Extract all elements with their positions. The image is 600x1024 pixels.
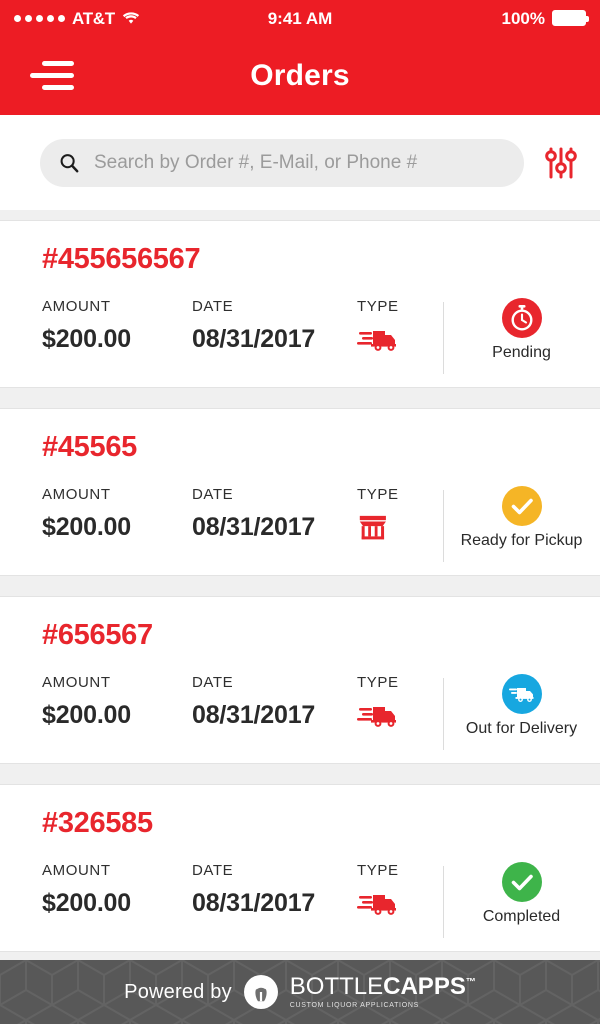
date-label: DATE	[192, 486, 234, 503]
order-details: AMOUNT $200.00 DATE 08/31/2017 TYPE	[0, 674, 600, 760]
amount-value: $200.00	[42, 701, 131, 729]
type-label: TYPE	[357, 674, 399, 691]
footer-branding: Powered by BOTTLECAPPS™ CUSTOM LIQUOR AP…	[124, 975, 476, 1009]
order-status-cell: Pending	[443, 298, 600, 362]
amount-label: AMOUNT	[42, 674, 111, 691]
status-label: Ready for Pickup	[460, 532, 583, 549]
order-amount-field: AMOUNT $200.00	[42, 674, 192, 730]
order-id: #455656567	[42, 243, 201, 275]
date-value: 08/31/2017	[192, 325, 316, 353]
search-box[interactable]	[40, 138, 524, 187]
order-details: AMOUNT $200.00 DATE 08/31/2017 TYPE	[0, 298, 600, 384]
amount-label: AMOUNT	[42, 298, 111, 315]
battery-full-icon	[552, 10, 589, 26]
order-details: AMOUNT $200.00 DATE 08/31/2017 TYPE	[0, 486, 600, 572]
orders-screen: AT&T 9:41 AM 100% Orders Search by Order…	[0, 0, 600, 1024]
search-icon	[60, 153, 79, 172]
filter-sliders-icon	[545, 147, 577, 178]
status-label: Out for Delivery	[465, 720, 578, 737]
orders-list: #455656567 AMOUNT $200.00 DATE 08/31/201…	[0, 210, 600, 960]
order-amount-field: AMOUNT $200.00	[42, 862, 192, 918]
order-status-cell: Out for Delivery	[443, 674, 600, 738]
stopwatch-icon	[501, 298, 542, 338]
amount-label: AMOUNT	[42, 862, 111, 879]
truck-circle-icon	[501, 674, 542, 714]
page-title: Orders	[250, 58, 350, 92]
order-card[interactable]: #455656567 AMOUNT $200.00 DATE 08/31/201…	[0, 220, 600, 388]
type-label: TYPE	[357, 298, 399, 315]
order-date-field: DATE 08/31/2017	[192, 862, 357, 918]
date-value: 08/31/2017	[192, 701, 316, 729]
order-type-field: TYPE	[357, 298, 442, 355]
order-id: #656567	[42, 619, 153, 651]
type-label: TYPE	[357, 862, 399, 879]
order-date-field: DATE 08/31/2017	[192, 486, 357, 542]
app-footer: Powered by BOTTLECAPPS™ CUSTOM LIQUOR AP…	[0, 960, 600, 1024]
search-input[interactable]	[94, 151, 506, 174]
delivery-truck-icon	[357, 707, 396, 727]
status-label: Completed	[482, 908, 561, 925]
amount-value: $200.00	[42, 325, 131, 353]
order-status-cell: Ready for Pickup	[443, 486, 600, 550]
filter-button[interactable]	[540, 142, 582, 184]
date-value: 08/31/2017	[192, 513, 316, 541]
order-date-field: DATE 08/31/2017	[192, 674, 357, 730]
delivery-truck-icon	[357, 331, 396, 351]
order-type-field: TYPE	[357, 674, 442, 731]
date-value: 08/31/2017	[192, 889, 316, 917]
check-circle-icon	[501, 862, 542, 902]
date-label: DATE	[192, 674, 234, 691]
brand-name-second: CAPPS	[383, 973, 466, 1000]
status-bar-left: AT&T	[14, 10, 140, 27]
order-card[interactable]: #45565 AMOUNT $200.00 DATE 08/31/2017 TY…	[0, 408, 600, 576]
order-type-field: TYPE	[357, 862, 442, 919]
brand-name: BOTTLECAPPS™	[290, 975, 476, 999]
status-label: Pending	[492, 344, 551, 361]
order-amount-field: AMOUNT $200.00	[42, 298, 192, 354]
storefront-icon	[359, 515, 386, 540]
hamburger-menu-icon[interactable]	[30, 58, 76, 94]
order-id: #326585	[42, 807, 153, 839]
status-bar-right: 100%	[501, 8, 589, 28]
brand-name-first: BOTTLE	[289, 973, 384, 1000]
order-status-cell: Completed	[443, 862, 600, 926]
signal-strength-icon	[14, 14, 65, 22]
delivery-truck-icon	[357, 895, 396, 915]
amount-value: $200.00	[42, 889, 131, 917]
status-bar: AT&T 9:41 AM 100%	[0, 0, 600, 36]
wifi-icon	[122, 12, 139, 24]
search-section	[0, 115, 600, 210]
carrier-label: AT&T	[72, 8, 115, 28]
order-amount-field: AMOUNT $200.00	[42, 486, 192, 542]
date-label: DATE	[192, 298, 234, 315]
brand-tagline: CUSTOM LIQUOR APPLICATIONS	[289, 1002, 419, 1009]
app-header: Orders	[0, 36, 600, 115]
date-label: DATE	[192, 862, 234, 879]
battery-percent-label: 100%	[501, 8, 545, 28]
amount-label: AMOUNT	[42, 486, 111, 503]
brand-text: BOTTLECAPPS™ CUSTOM LIQUOR APPLICATIONS	[289, 975, 476, 1010]
amount-value: $200.00	[42, 513, 131, 541]
bottlecapps-logo-icon	[243, 975, 278, 1009]
order-date-field: DATE 08/31/2017	[192, 298, 357, 354]
type-label: TYPE	[357, 486, 399, 503]
check-circle-icon	[501, 486, 542, 526]
order-card[interactable]: #326585 AMOUNT $200.00 DATE 08/31/2017 T…	[0, 784, 600, 952]
order-details: AMOUNT $200.00 DATE 08/31/2017 TYPE	[0, 862, 600, 948]
order-type-field: TYPE	[357, 486, 442, 543]
order-id: #45565	[42, 431, 137, 463]
brand-trademark: ™	[465, 977, 476, 988]
order-card[interactable]: #656567 AMOUNT $200.00 DATE 08/31/2017 T…	[0, 596, 600, 764]
powered-by-label: Powered by	[124, 980, 232, 1003]
